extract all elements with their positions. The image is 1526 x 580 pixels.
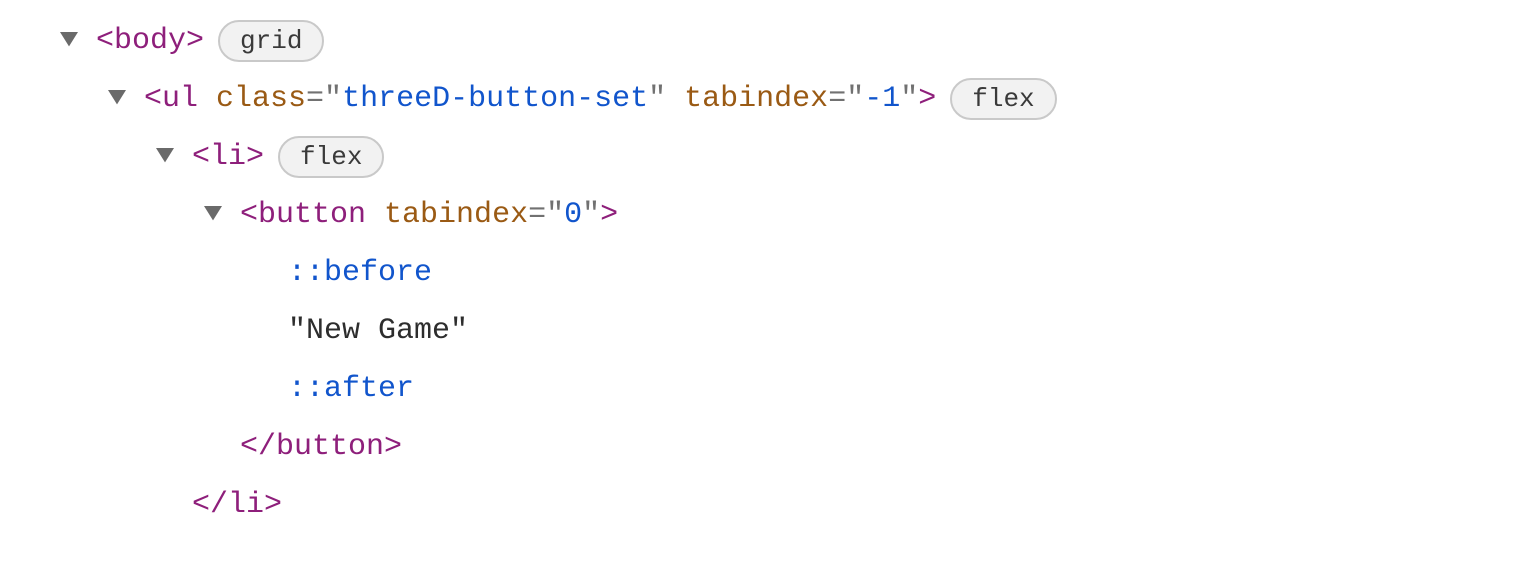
node-content: <ul class="threeD-button-set" tabindex="… bbox=[144, 70, 936, 129]
tree-row[interactable]: "New Game" bbox=[0, 302, 1526, 360]
tree-row[interactable]: <body> grid bbox=[0, 12, 1526, 70]
node-content: </li> bbox=[192, 476, 282, 535]
node-content: <body> bbox=[96, 12, 204, 71]
tree-row[interactable]: </li> bbox=[0, 476, 1526, 534]
dom-tree: <body> grid <ul class="threeD-button-set" … bbox=[0, 12, 1526, 534]
display-badge[interactable]: grid bbox=[218, 20, 324, 62]
tree-row[interactable]: <ul class="threeD-button-set" tabindex="… bbox=[0, 70, 1526, 128]
node-content: ::before bbox=[288, 244, 432, 303]
node-content: <li> bbox=[192, 128, 264, 187]
expand-arrow-icon[interactable] bbox=[60, 32, 96, 50]
tree-row[interactable]: ::after bbox=[0, 360, 1526, 418]
node-content: "New Game" bbox=[288, 302, 468, 361]
tree-row[interactable]: <button tabindex="0"> bbox=[0, 186, 1526, 244]
tree-row[interactable]: </button> bbox=[0, 418, 1526, 476]
expand-arrow-icon[interactable] bbox=[108, 90, 144, 108]
node-content: <button tabindex="0"> bbox=[240, 186, 618, 245]
display-badge[interactable]: flex bbox=[950, 78, 1056, 120]
node-content: </button> bbox=[240, 418, 402, 477]
display-badge[interactable]: flex bbox=[278, 136, 384, 178]
expand-arrow-icon[interactable] bbox=[204, 206, 240, 224]
node-content: ::after bbox=[288, 360, 414, 419]
tree-row[interactable]: <li> flex bbox=[0, 128, 1526, 186]
expand-arrow-icon[interactable] bbox=[156, 148, 192, 166]
tree-row[interactable]: ::before bbox=[0, 244, 1526, 302]
